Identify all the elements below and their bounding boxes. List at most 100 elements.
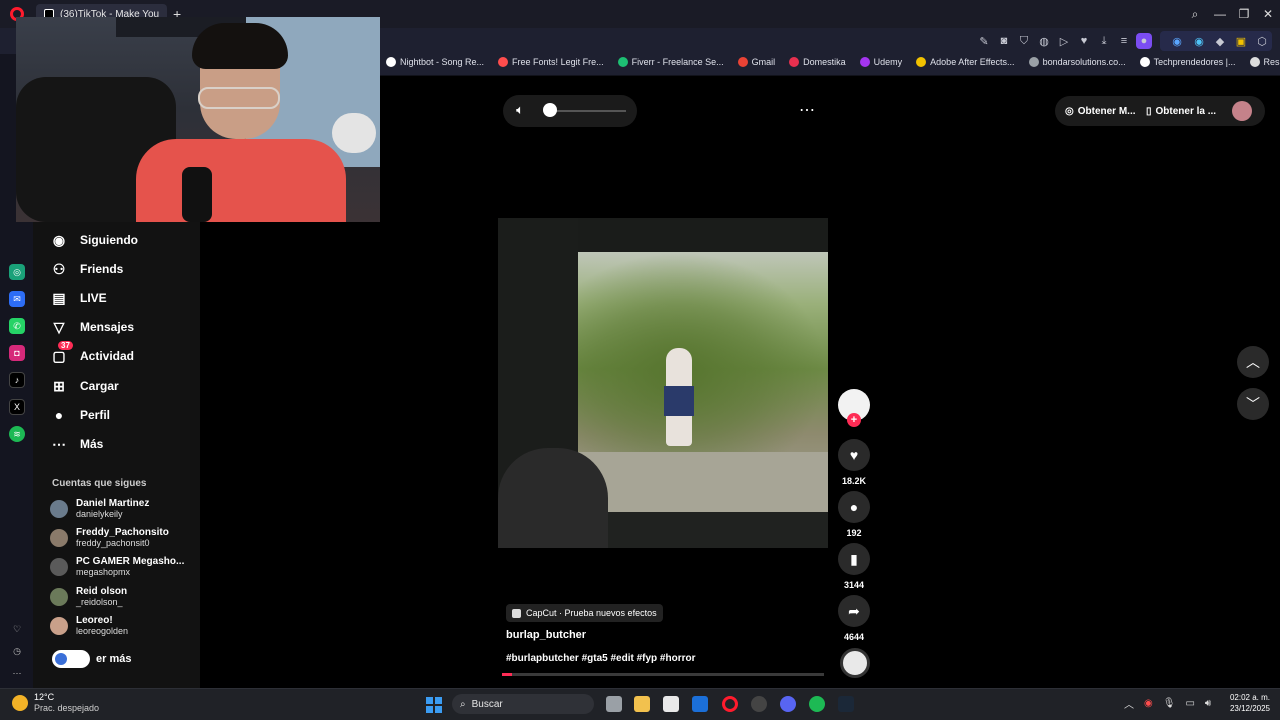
spotify-taskbar-icon[interactable]: [809, 696, 825, 712]
chatgpt-icon[interactable]: ◎: [9, 264, 25, 280]
bookmark-item[interactable]: Fiverr - Freelance Se...: [617, 57, 724, 67]
history-icon[interactable]: ◷: [9, 643, 25, 659]
play-icon[interactable]: ▷: [1056, 33, 1072, 49]
nav-item-siguiendo[interactable]: ◉ Siguiendo: [50, 229, 138, 251]
file-explorer-icon[interactable]: [634, 696, 650, 712]
search-icon[interactable]: ⌕: [1183, 4, 1207, 24]
maximize-button[interactable]: ❐: [1232, 4, 1256, 24]
get-app-button[interactable]: ▯ Obtener la ...: [1146, 103, 1216, 119]
profile-icon: ●: [54, 407, 64, 423]
volume-icon[interactable]: 🔊︎: [1205, 698, 1211, 709]
messenger-icon[interactable]: ✉: [9, 291, 25, 307]
bookmark-favicon-icon: [498, 57, 509, 67]
account-avatar: [50, 529, 68, 547]
x-icon[interactable]: X: [9, 399, 25, 415]
bookmark-item[interactable]: Free Fonts! Legit Fre...: [498, 57, 604, 67]
close-button[interactable]: ✕: [1256, 4, 1280, 24]
bookmark-favicon-icon: [789, 57, 800, 67]
download-icon[interactable]: ⤓: [1096, 33, 1112, 49]
heart-icon[interactable]: ♥: [1076, 33, 1092, 49]
music-disc-icon[interactable]: [840, 648, 870, 678]
nav-item-mensajes[interactable]: ▽ Mensajes: [50, 316, 134, 338]
bookmarks-overflow-icon[interactable]: »: [1254, 58, 1260, 69]
opera-taskbar-icon[interactable]: [722, 696, 738, 712]
bookmark-item[interactable]: Nightbot - Song Re...: [386, 57, 484, 67]
favorites-heart-icon[interactable]: ♡: [9, 621, 25, 637]
bookmark-item[interactable]: Domestika: [789, 57, 846, 67]
nav-item-cargar[interactable]: ⊞ Cargar: [50, 375, 119, 397]
spotify-icon[interactable]: ≋: [9, 426, 25, 442]
weather-widget[interactable]: 12°C Prac. despejado: [12, 692, 99, 714]
minimize-button[interactable]: —: [1208, 4, 1232, 24]
volume-slider-track[interactable]: [548, 110, 626, 112]
camera-icon[interactable]: ◙: [996, 33, 1012, 49]
previous-video-button[interactable]: ︿: [1237, 346, 1269, 378]
share-button[interactable]: ➦: [838, 595, 870, 627]
edit-icon[interactable]: ✎: [976, 33, 992, 49]
nav-item-friends[interactable]: ⚇ Friends: [50, 258, 124, 280]
nav-item-actividad[interactable]: ▢ 37 Actividad: [50, 341, 134, 367]
bookmark-item[interactable]: Techprendedores |...: [1139, 57, 1236, 67]
task-view-icon[interactable]: [606, 696, 622, 712]
nav-item-live[interactable]: ▤ LIVE: [50, 287, 106, 309]
bookmark-item[interactable]: bondarsolutions.co...: [1028, 57, 1126, 67]
save-button[interactable]: ▮: [838, 543, 870, 575]
profile-icon[interactable]: ●: [1136, 33, 1152, 49]
more-options-icon[interactable]: ⋯: [796, 100, 818, 120]
extension-a-icon[interactable]: ◉: [1169, 33, 1185, 49]
opera-gx-icon[interactable]: [751, 696, 767, 712]
volume-slider-knob[interactable]: [543, 103, 557, 117]
effect-tag[interactable]: CapCut · Prueba nuevos efectos: [506, 604, 663, 622]
like-button[interactable]: ♥: [838, 439, 870, 471]
video-player[interactable]: [498, 218, 828, 548]
discord-icon[interactable]: [780, 696, 796, 712]
bookmark-item[interactable]: Udemy: [859, 57, 902, 67]
video-hashtags[interactable]: #burlapbutcher #gta5 #edit #fyp #horror: [506, 653, 696, 664]
coin-icon: ◎: [1065, 105, 1074, 117]
extension-d-icon[interactable]: ▣: [1233, 33, 1249, 49]
following-account[interactable]: PC GAMER Megasho... megashopmx: [50, 554, 184, 580]
see-more-link[interactable]: er más: [52, 649, 131, 669]
video-author[interactable]: burlap_butcher: [506, 629, 586, 641]
steam-icon[interactable]: [838, 696, 854, 712]
user-avatar[interactable]: [1232, 101, 1252, 121]
follow-plus-icon[interactable]: +: [847, 413, 861, 427]
following-account[interactable]: Reid olson _reidolson_: [50, 584, 127, 610]
extension-b-icon[interactable]: ◉: [1191, 33, 1207, 49]
shield-icon[interactable]: ⛉: [1016, 33, 1032, 49]
comment-button[interactable]: ●: [838, 491, 870, 523]
following-account[interactable]: Freddy_Pachonsito freddy_pachonsit0: [50, 525, 169, 551]
tray-chevron-icon[interactable]: ︿: [1124, 696, 1134, 711]
outlook-icon[interactable]: [692, 696, 708, 712]
account-name: Leoreo!: [76, 615, 113, 626]
tiktok-icon[interactable]: ♪: [9, 372, 25, 388]
vpn-icon[interactable]: ◍: [1036, 33, 1052, 49]
webcam-plushie: [332, 113, 376, 153]
instagram-icon[interactable]: ◘: [9, 345, 25, 361]
menu-icon[interactable]: ≡: [1116, 33, 1132, 49]
account-avatar: [50, 617, 68, 635]
nav-item-perfil[interactable]: ● Perfil: [50, 404, 110, 426]
tray-app-icon[interactable]: ◉: [1144, 698, 1153, 709]
bookmark-item[interactable]: Adobe After Effects...: [916, 57, 1015, 67]
network-icon[interactable]: ▭: [1185, 698, 1194, 709]
store-icon[interactable]: [663, 696, 679, 712]
taskbar-search[interactable]: ⌕ Buscar: [452, 694, 594, 714]
whatsapp-icon[interactable]: ✆: [9, 318, 25, 334]
extensions-puzzle-icon[interactable]: ⬡: [1254, 33, 1270, 49]
see-more-label: er más: [96, 653, 132, 665]
video-progress-track[interactable]: [502, 673, 824, 676]
following-account[interactable]: Daniel Martinez danielykeily: [50, 496, 149, 522]
app-toggle-icon[interactable]: [52, 650, 90, 668]
bookmark-item[interactable]: Gmail: [737, 57, 775, 67]
get-coins-button[interactable]: ◎ Obtener M...: [1065, 103, 1136, 119]
following-account[interactable]: Leoreo! leoreogolden: [50, 613, 128, 639]
speaker-icon[interactable]: 🔈︎: [511, 101, 529, 119]
microphone-icon[interactable]: 🎙︎: [1163, 698, 1176, 709]
start-button[interactable]: [426, 697, 442, 713]
next-video-button[interactable]: ﹀: [1237, 388, 1269, 420]
taskbar-clock[interactable]: 02:02 a. m. 23/12/2025: [1222, 692, 1270, 714]
extension-c-icon[interactable]: ◆: [1212, 33, 1228, 49]
sidebar-more-icon[interactable]: ⋯: [9, 665, 25, 681]
nav-item-más[interactable]: ⋯ Más: [50, 433, 103, 455]
